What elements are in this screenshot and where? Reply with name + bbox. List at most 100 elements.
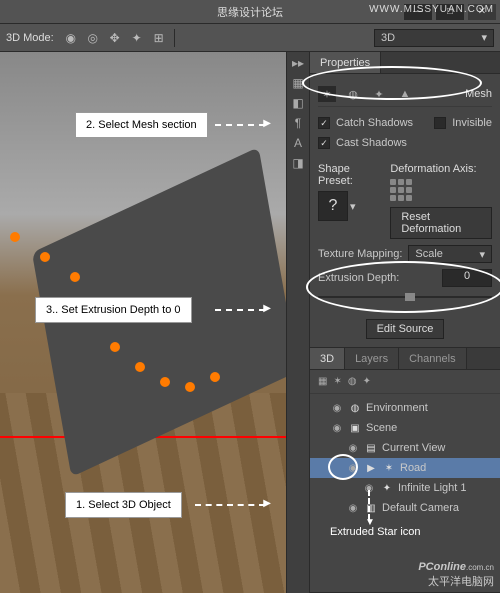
filter-row: ▦ ✶ ◍ ✦ (310, 374, 500, 394)
light-section-icon[interactable]: ✦ (370, 86, 388, 102)
tree-item-default-camera[interactable]: ◉ ▥ Default Camera (310, 498, 500, 518)
chevron-down-icon: ▾ (479, 248, 485, 261)
icon-label-text: Extruded Star icon (330, 526, 421, 538)
item-label: Default Camera (382, 502, 459, 514)
mesh-section-icon[interactable]: ✶ (318, 86, 336, 102)
texture-mapping-label: Texture Mapping: (318, 248, 402, 260)
tool-icon[interactable]: ◨ (292, 156, 303, 170)
visibility-icon[interactable]: ◉ (330, 423, 344, 434)
tab-channels[interactable]: Channels (399, 348, 466, 369)
extrusion-depth-input[interactable]: 0 (442, 269, 492, 287)
reset-deformation-button[interactable]: Reset Deformation (390, 207, 492, 239)
arrow-icon-label (368, 490, 370, 520)
arrow-step1 (195, 504, 265, 506)
visibility-icon[interactable]: ◉ (346, 503, 360, 514)
tree-item-infinite-light-1[interactable]: ◉✦Infinite Light 1 (310, 478, 500, 498)
options-bar: 3D Mode: ◉ ◎ ✥ ✦ ⊞ 3D ▾ (0, 24, 500, 52)
control-point[interactable] (70, 272, 80, 282)
materials-section-icon[interactable]: ◍ (344, 86, 362, 102)
view-dropdown[interactable]: 3D ▾ (374, 29, 494, 47)
tool-icon[interactable]: ¶ (295, 116, 301, 130)
filter-mesh-icon[interactable]: ✶ (333, 376, 341, 387)
item-label: Infinite Light 1 (398, 482, 467, 494)
callout-step2: 2. Select Mesh section (75, 112, 208, 138)
dropdown-value: 3D (381, 32, 395, 44)
orbit-icon[interactable]: ◉ (62, 29, 80, 47)
brand-text: PConline (418, 561, 466, 573)
control-point[interactable] (10, 232, 20, 242)
3d-panel: 3D Layers Channels ▦ ✶ ◍ ✦ ◉ ◍ Environment… (310, 348, 500, 593)
shape-preset-label: Shape Preset: (318, 163, 380, 187)
slider-thumb[interactable] (405, 293, 415, 301)
item-label: Scene (366, 422, 397, 434)
tab-row: 3D Layers Channels (310, 348, 500, 370)
checkbox-icon (434, 117, 446, 129)
item-label: Current View (382, 442, 445, 454)
chevron-down-icon: ▾ (481, 31, 487, 44)
visibility-icon[interactable]: ◉ (330, 403, 344, 414)
watermark-bottom: PConline.com.cn 太平洋电脑网 (418, 559, 494, 589)
checkbox-label: Catch Shadows (336, 117, 413, 129)
arrow-step2 (215, 124, 265, 126)
properties-panel: Properties ✶ ◍ ✦ ▲ Mesh ✓ Catch Shadows (310, 52, 500, 348)
invisible-checkbox[interactable]: Invisible (434, 117, 492, 129)
control-point[interactable] (160, 377, 170, 387)
extrusion-depth-label: Extrusion Depth: (318, 272, 399, 284)
control-point[interactable] (110, 342, 120, 352)
tool-icon[interactable]: A (294, 136, 302, 150)
separator (174, 29, 175, 47)
extrusion-slider[interactable] (318, 291, 492, 303)
axis-grid[interactable] (390, 179, 492, 201)
control-point[interactable] (135, 362, 145, 372)
tool-icon[interactable]: ◧ (292, 96, 303, 110)
window-title: 思缘设计论坛 (217, 4, 283, 20)
tree-item-road[interactable]: ◉ ▶ ✶ Road (310, 458, 500, 478)
filter-whole-icon[interactable]: ▦ (318, 376, 327, 387)
control-point[interactable] (40, 252, 50, 262)
cast-shadows-checkbox[interactable]: ✓ Cast Shadows (318, 137, 492, 149)
pan-icon[interactable]: ✥ (106, 29, 124, 47)
checkbox-icon: ✓ (318, 117, 330, 129)
item-label: Road (400, 462, 426, 474)
tree-item-current-view[interactable]: ◉▤Current View (310, 438, 500, 458)
slide-icon[interactable]: ✦ (128, 29, 146, 47)
expand-icon[interactable]: ▶ (364, 463, 378, 474)
mode-label: 3D Mode: (6, 32, 54, 44)
item-type-icon: ◍ (348, 403, 362, 414)
dropdown-value: Scale (415, 248, 443, 260)
collapse-icon[interactable]: ▸▸ (292, 56, 304, 70)
callout-step3: 3.. Set Extrusion Depth to 0 (35, 297, 192, 323)
chevron-down-icon[interactable]: ▾ (350, 200, 356, 213)
zoom-icon[interactable]: ⊞ (150, 29, 168, 47)
tab-layers[interactable]: Layers (345, 348, 399, 369)
scene-section-icon[interactable]: ▲ (396, 86, 414, 102)
texture-mapping-dropdown[interactable]: Scale ▾ (408, 245, 492, 263)
tab-3d[interactable]: 3D (310, 348, 345, 369)
checkbox-label: Cast Shadows (336, 137, 407, 149)
section-picker: ✶ ◍ ✦ ▲ Mesh (318, 82, 492, 107)
control-point[interactable] (185, 382, 195, 392)
visibility-icon[interactable]: ◉ (346, 463, 360, 474)
catch-shadows-checkbox[interactable]: ✓ Catch Shadows (318, 117, 413, 129)
control-point[interactable] (210, 372, 220, 382)
edit-source-button[interactable]: Edit Source (366, 319, 445, 339)
roll-icon[interactable]: ◎ (84, 29, 102, 47)
section-label: Mesh (465, 88, 492, 100)
filter-light-icon[interactable]: ✦ (363, 376, 371, 387)
item-label: Environment (366, 402, 428, 414)
3d-viewport[interactable]: 2. Select Mesh section 3.. Set Extrusion… (0, 52, 286, 593)
brand-subtext: 太平洋电脑网 (428, 576, 494, 588)
item-type-icon: ▣ (348, 423, 362, 434)
tree-item-scene[interactable]: ◉ ▣ Scene (310, 418, 500, 438)
tab-properties[interactable]: Properties (310, 52, 381, 73)
filter-material-icon[interactable]: ◍ (348, 376, 357, 387)
item-type-icon: ✶ (382, 463, 396, 474)
arrow-step3 (215, 309, 265, 311)
callout-step1: 1. Select 3D Object (65, 492, 182, 518)
visibility-icon[interactable]: ◉ (346, 443, 360, 454)
tool-icon[interactable]: ▦ (292, 76, 303, 90)
tree-item-environment[interactable]: ◉ ◍ Environment (310, 398, 500, 418)
shape-preset-picker[interactable]: ? (318, 191, 348, 221)
deformation-axis-label: Deformation Axis: (390, 163, 492, 175)
item-type-icon: ▥ (364, 503, 378, 514)
